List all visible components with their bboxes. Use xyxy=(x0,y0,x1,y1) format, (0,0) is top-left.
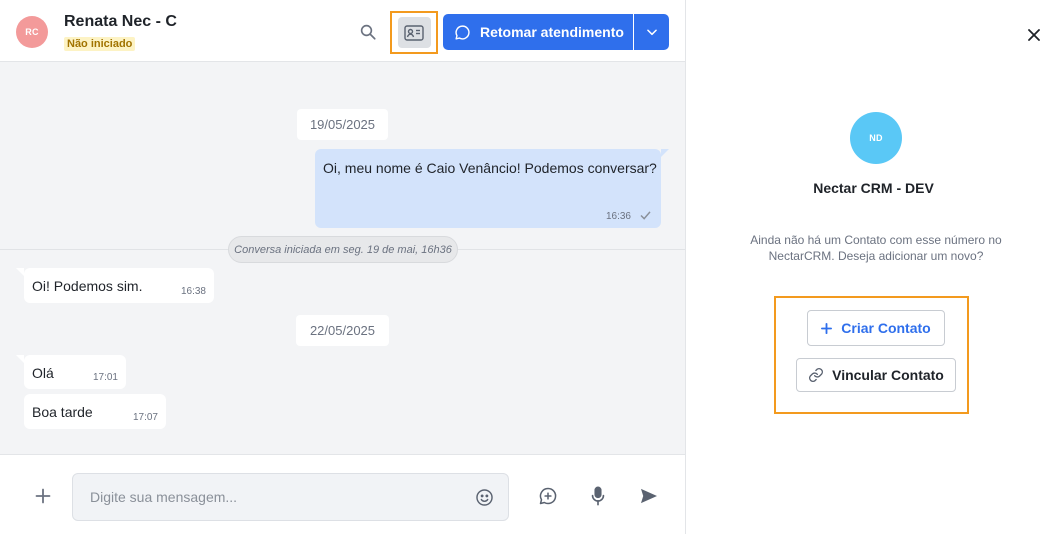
plus-icon xyxy=(821,322,833,334)
contact-card-button[interactable] xyxy=(390,11,438,54)
message-text: Oi, meu nome é Caio Venâncio! Podemos co… xyxy=(323,160,657,176)
bubble-tail xyxy=(16,268,24,276)
close-panel-button[interactable] xyxy=(1025,26,1043,44)
message-input[interactable] xyxy=(73,474,463,520)
date-separator: 19/05/2025 xyxy=(297,109,388,140)
avatar[interactable]: RC xyxy=(16,16,48,48)
chat-panel: RC Renata Nec - C Não iniciado Retomar a… xyxy=(0,0,686,534)
mic-icon xyxy=(591,486,605,506)
message-time: 17:07 xyxy=(132,412,158,423)
message-time: 16:36 xyxy=(605,211,631,222)
add-comment-icon xyxy=(539,487,557,505)
message-incoming[interactable]: Olá 17:01 xyxy=(24,355,126,389)
resume-service-button[interactable]: Retomar atendimento xyxy=(443,14,633,50)
check-icon xyxy=(640,211,651,220)
message-outgoing[interactable]: Oi, meu nome é Caio Venâncio! Podemos co… xyxy=(315,149,661,228)
close-icon xyxy=(1028,29,1040,41)
message-input-wrapper xyxy=(72,473,509,521)
attach-button[interactable] xyxy=(33,486,53,506)
search-button[interactable] xyxy=(356,20,380,44)
integration-title: Nectar CRM - DEV xyxy=(813,180,934,196)
plus-icon xyxy=(35,488,51,504)
link-icon xyxy=(809,368,824,382)
send-icon xyxy=(641,488,657,504)
link-contact-label: Vincular Contato xyxy=(832,367,944,383)
search-icon xyxy=(360,24,376,40)
message-list[interactable]: 19/05/2025 Oi, meu nome é Caio Venâncio!… xyxy=(0,62,685,454)
message-time: 17:01 xyxy=(92,372,118,383)
message-text: Olá xyxy=(32,365,54,381)
chevron-down-icon xyxy=(646,29,657,36)
message-text: Boa tarde xyxy=(32,404,93,420)
composer xyxy=(0,454,685,534)
emoji-icon xyxy=(475,488,493,506)
bubble-tail xyxy=(16,355,24,363)
resume-options-dropdown[interactable] xyxy=(634,14,669,50)
send-button[interactable] xyxy=(638,486,660,506)
chat-header: RC Renata Nec - C Não iniciado Retomar a… xyxy=(0,0,685,62)
integration-avatar: ND xyxy=(850,112,902,164)
message-time: 16:38 xyxy=(180,286,206,297)
create-contact-label: Criar Contato xyxy=(841,320,931,336)
message-text: Oi! Podemos sim. xyxy=(32,278,143,294)
create-contact-button[interactable]: Criar Contato xyxy=(807,310,945,346)
voice-record-button[interactable] xyxy=(588,485,608,507)
message-incoming[interactable]: Oi! Podemos sim. 16:38 xyxy=(24,268,214,303)
date-separator: 22/05/2025 xyxy=(296,315,389,346)
contact-name: Renata Nec - C xyxy=(64,13,177,30)
contact-card-icon xyxy=(404,24,424,41)
session-started-note: Conversa iniciada em seg. 19 de mai, 16h… xyxy=(228,236,458,263)
no-contact-message: Ainda não há um Contato com esse número … xyxy=(750,233,1002,263)
emoji-button[interactable] xyxy=(473,486,495,508)
chat-bubble-icon xyxy=(455,24,470,40)
resume-service-label: Retomar atendimento xyxy=(480,24,624,40)
message-incoming[interactable]: Boa tarde 17:07 xyxy=(24,394,166,429)
bubble-tail xyxy=(661,149,669,157)
status-badge: Não iniciado xyxy=(64,37,136,51)
quick-reply-button[interactable] xyxy=(537,485,559,507)
link-contact-button[interactable]: Vincular Contato xyxy=(796,358,956,392)
contact-side-panel: ND Nectar CRM - DEV Ainda não há um Cont… xyxy=(686,0,1061,534)
